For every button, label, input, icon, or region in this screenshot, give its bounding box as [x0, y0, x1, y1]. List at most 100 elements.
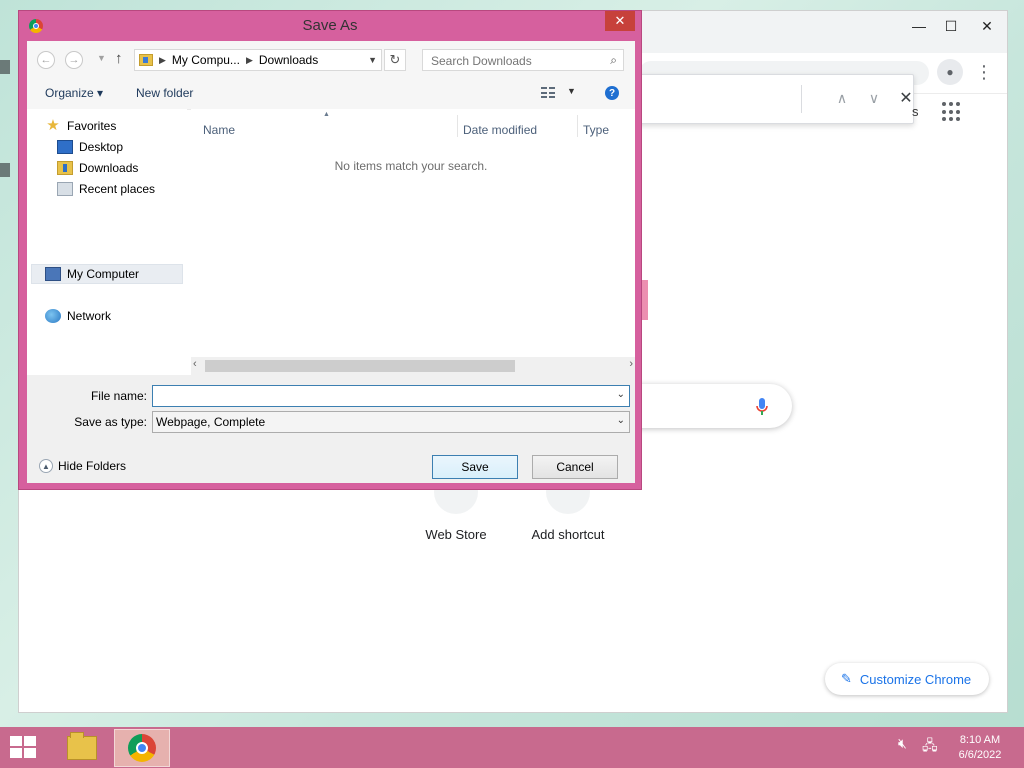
save-as-dialog: Save As ✕ ← → ▼ ↑ ▶ My Compu... ▶ Downlo…: [18, 10, 642, 490]
close-window-button[interactable]: ✕: [973, 15, 1001, 37]
find-bar: ∧ ∨ ✕: [624, 74, 914, 124]
customize-chrome-button[interactable]: ✎ Customize Chrome: [825, 663, 989, 695]
customize-chrome-label: Customize Chrome: [859, 671, 972, 687]
maximize-button[interactable]: ☐: [937, 15, 965, 37]
downloads-folder-icon: [57, 161, 73, 175]
view-options-dropdown-icon[interactable]: ▼: [567, 86, 576, 96]
google-apps-icon[interactable]: [942, 102, 962, 122]
find-previous-button[interactable]: ∧: [831, 87, 853, 109]
column-header-name[interactable]: Name: [203, 123, 235, 137]
voice-search-icon[interactable]: [754, 397, 770, 417]
nav-downloads[interactable]: Downloads: [57, 161, 138, 175]
forward-arrow-icon[interactable]: →: [65, 51, 83, 69]
new-folder-button[interactable]: New folder: [136, 86, 193, 100]
change-view-icon[interactable]: [541, 87, 555, 99]
scroll-right-icon[interactable]: ›: [629, 358, 633, 370]
command-bar: Organize ▾ New folder ▼ ?: [27, 77, 635, 110]
navigation-bar: ← → ▼ ↑ ▶ My Compu... ▶ Downloads ▼ ↻ ⌕: [27, 41, 635, 77]
windows-start-icon[interactable]: [10, 736, 38, 760]
nav-favorites[interactable]: ★ Favorites: [45, 117, 116, 134]
scroll-left-icon[interactable]: ‹: [193, 358, 197, 370]
network-icon: [45, 309, 61, 323]
desktop-icon-partial[interactable]: [0, 60, 10, 74]
find-bar-divider: [801, 85, 802, 113]
dialog-body: ← → ▼ ↑ ▶ My Compu... ▶ Downloads ▼ ↻ ⌕ …: [27, 41, 635, 483]
recent-locations-dropdown-icon[interactable]: ▼: [97, 53, 106, 63]
search-icon: ⌕: [610, 53, 617, 67]
volume-muted-icon[interactable]: 🔇︎: [898, 735, 907, 752]
dialog-footer: File name: ⌄ Save as type: Webpage, Comp…: [27, 375, 635, 483]
sort-ascending-icon: ▲: [323, 111, 330, 118]
breadcrumb-chevron-icon[interactable]: ▶: [159, 55, 166, 66]
dialog-title: Save As: [302, 17, 358, 34]
hide-folders-button[interactable]: ▲ Hide Folders: [39, 459, 126, 473]
search-field[interactable]: ⌕: [422, 49, 624, 71]
horizontal-scrollbar[interactable]: ‹ ›: [191, 357, 635, 375]
web-store-label[interactable]: Web Store: [401, 527, 511, 542]
file-name-label: File name:: [90, 389, 147, 403]
save-as-type-select[interactable]: Webpage, Complete ⌄: [152, 411, 630, 433]
find-next-button[interactable]: ∨: [863, 87, 885, 109]
back-arrow-icon[interactable]: ←: [37, 51, 55, 69]
chrome-menu-icon[interactable]: ⋮: [975, 59, 993, 85]
nav-my-computer[interactable]: My Computer: [45, 267, 139, 281]
empty-results-message: No items match your search.: [334, 159, 488, 173]
column-header-type[interactable]: Type: [583, 123, 609, 137]
recent-places-icon: [57, 182, 73, 196]
chevron-up-icon: ▲: [39, 459, 53, 473]
chrome-icon: [128, 734, 156, 762]
profile-avatar-icon[interactable]: ●: [937, 59, 963, 85]
refresh-icon[interactable]: ↻: [384, 49, 406, 71]
save-as-type-dropdown-icon[interactable]: ⌄: [617, 415, 625, 426]
column-divider[interactable]: [457, 115, 458, 137]
up-arrow-icon[interactable]: ↑: [115, 50, 123, 67]
address-bar[interactable]: ▶ My Compu... ▶ Downloads ▼: [134, 49, 382, 71]
save-as-type-value: Webpage, Complete: [156, 415, 266, 429]
taskbar-file-explorer[interactable]: [54, 729, 110, 767]
nav-desktop-label: Desktop: [79, 140, 124, 154]
clock-date: 6/6/2022: [958, 749, 1002, 761]
cancel-button[interactable]: Cancel: [532, 455, 618, 479]
star-icon: ★: [46, 117, 60, 134]
taskbar: 🔇︎ 🖧 8:10 AM 6/6/2022: [0, 727, 1024, 768]
column-divider[interactable]: [577, 115, 578, 137]
minimize-button[interactable]: —: [905, 15, 933, 37]
nav-my-computer-label: My Computer: [67, 267, 140, 281]
downloads-folder-icon: [139, 54, 153, 66]
desktop-icon: [57, 140, 73, 154]
save-as-type-label: Save as type:: [74, 415, 147, 429]
nav-downloads-label: Downloads: [79, 161, 139, 175]
pencil-icon: ✎: [841, 671, 852, 686]
taskbar-clock[interactable]: 8:10 AM 6/6/2022: [952, 733, 1008, 763]
nav-desktop[interactable]: Desktop: [57, 140, 123, 154]
nav-recent-places-label: Recent places: [79, 182, 156, 196]
header-link-partial[interactable]: s: [912, 104, 919, 119]
nav-network-label: Network: [67, 309, 112, 323]
column-header-date-modified[interactable]: Date modified: [463, 123, 537, 137]
dialog-close-button[interactable]: ✕: [605, 11, 635, 31]
scrollbar-thumb[interactable]: [205, 360, 515, 372]
clock-time: 8:10 AM: [959, 734, 1001, 746]
search-input[interactable]: [429, 51, 603, 71]
hide-folders-label: Hide Folders: [58, 459, 127, 473]
desktop-icon-partial-2[interactable]: [0, 163, 10, 177]
save-button[interactable]: Save: [432, 455, 518, 479]
file-name-input[interactable]: [156, 387, 610, 407]
taskbar-chrome[interactable]: [114, 729, 170, 767]
organize-menu[interactable]: Organize ▾: [45, 86, 103, 100]
file-name-dropdown-icon[interactable]: ⌄: [617, 389, 625, 400]
address-dropdown-icon[interactable]: ▼: [368, 55, 377, 65]
network-icon[interactable]: 🖧: [922, 735, 938, 759]
nav-network[interactable]: Network: [45, 309, 111, 323]
dialog-titlebar[interactable]: Save As ✕: [19, 11, 641, 41]
file-explorer-icon: [67, 732, 97, 760]
add-shortcut-label[interactable]: Add shortcut: [513, 527, 623, 542]
file-name-field[interactable]: ⌄: [152, 385, 630, 407]
help-icon[interactable]: ?: [605, 86, 619, 100]
navigation-pane: ★ Favorites Desktop Downloads Recent pla…: [27, 109, 187, 367]
breadcrumb-downloads[interactable]: Downloads: [259, 53, 318, 67]
nav-recent-places[interactable]: Recent places: [57, 182, 155, 196]
breadcrumb-chevron-icon[interactable]: ▶: [246, 55, 253, 66]
file-list-pane: ▲ Name Date modified Type No items match…: [191, 109, 635, 367]
breadcrumb-my-computer[interactable]: My Compu...: [172, 53, 240, 67]
